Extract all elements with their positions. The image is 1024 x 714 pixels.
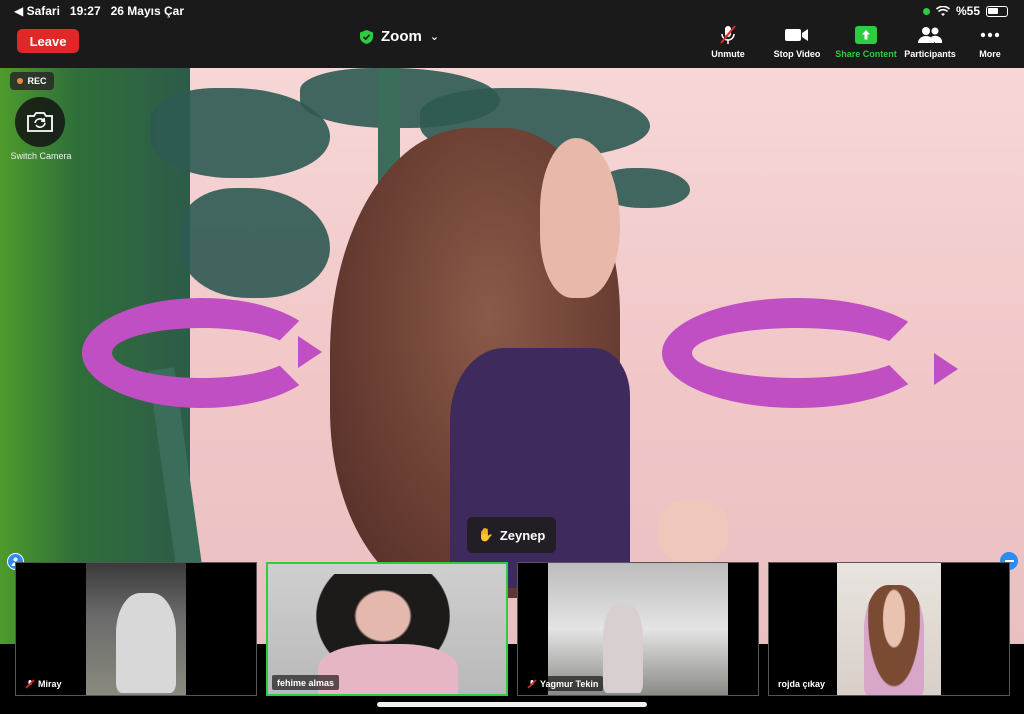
switch-camera-button[interactable] xyxy=(15,97,65,147)
video-leaf xyxy=(180,188,330,298)
meeting-toolbar: Leave Zoom ⌄ Unmute Stop Video Share Con… xyxy=(0,20,1024,68)
more-dots-icon xyxy=(980,32,1000,38)
video-person-face xyxy=(540,138,620,298)
more-button[interactable]: More xyxy=(954,24,1024,59)
ios-status-bar: ◀ Safari 19:27 26 Mayıs Çar %55 xyxy=(0,0,1024,20)
participant-name: Yagmur Tekin xyxy=(540,678,599,689)
meeting-title-dropdown[interactable]: Zoom ⌄ xyxy=(360,28,439,45)
participants-icon xyxy=(918,27,942,43)
participant-tile[interactable]: Miray xyxy=(15,562,257,696)
muted-mic-icon xyxy=(720,25,736,44)
participant-tile-active-speaker[interactable]: fehime almas xyxy=(266,562,508,696)
stop-video-button[interactable]: Stop Video xyxy=(761,24,833,59)
status-time: 19:27 xyxy=(69,4,101,18)
status-right: %55 xyxy=(922,4,1008,18)
video-camera-icon xyxy=(785,29,808,41)
encryption-shield-icon xyxy=(360,29,373,44)
participant-figure xyxy=(603,603,643,693)
video-purple-arrowhead-right xyxy=(934,353,958,385)
participant-name-tag: Miray xyxy=(20,676,67,691)
recording-dot-icon xyxy=(17,78,24,84)
muted-mic-icon xyxy=(25,678,35,689)
main-video-feed xyxy=(0,68,1024,644)
leave-button[interactable]: Leave xyxy=(17,29,79,53)
more-label: More xyxy=(979,49,1001,59)
muted-mic-icon xyxy=(527,678,537,689)
status-date: 26 Mayıs Çar xyxy=(110,4,185,18)
share-content-label: Share Content xyxy=(835,49,897,59)
participant-name: Miray xyxy=(38,678,62,689)
participant-name-tag: Yagmur Tekin xyxy=(522,676,604,691)
participant-figure xyxy=(116,593,176,693)
participant-figure xyxy=(864,585,924,695)
recording-badge: REC xyxy=(10,72,54,90)
switch-camera-icon xyxy=(27,112,53,132)
camera-in-use-indicator xyxy=(922,7,930,15)
stop-video-label: Stop Video xyxy=(773,49,821,59)
video-purple-arrow-right xyxy=(662,298,932,408)
participant-tile[interactable]: Yagmur Tekin xyxy=(517,562,759,696)
status-left: ◀ Safari 19:27 26 Mayıs Çar xyxy=(14,4,184,18)
battery-icon xyxy=(986,5,1008,17)
participant-clothing xyxy=(318,644,458,694)
battery-percent: %55 xyxy=(955,4,980,18)
participant-name-tag: rojda çıkay xyxy=(773,676,831,691)
share-arrow-icon xyxy=(855,26,877,44)
video-purple-arrow-left xyxy=(82,298,322,408)
switch-camera-label: Switch Camera xyxy=(10,151,72,161)
home-indicator[interactable] xyxy=(377,702,647,707)
share-content-button[interactable]: Share Content xyxy=(830,24,902,59)
video-purple-arrowhead-left xyxy=(298,336,322,368)
participant-tile[interactable]: rojda çıkay xyxy=(768,562,1010,696)
unmute-button[interactable]: Unmute xyxy=(692,24,764,59)
unmute-label: Unmute xyxy=(711,49,745,59)
raised-hand-indicator: ✋ Zeynep xyxy=(467,517,556,553)
participant-name-tag: fehime almas xyxy=(272,675,340,690)
video-person-hand xyxy=(658,500,728,562)
participant-name: rojda çıkay xyxy=(778,678,826,689)
participant-name: fehime almas xyxy=(277,677,335,688)
chevron-down-icon: ⌄ xyxy=(429,31,440,43)
raised-hand-icon: ✋ xyxy=(477,527,494,542)
meeting-title: Zoom xyxy=(381,28,422,45)
raised-hand-name: Zeynep xyxy=(499,527,546,543)
wifi-icon xyxy=(935,5,950,16)
recording-label: REC xyxy=(27,76,47,86)
back-to-safari-link[interactable]: ◀ Safari xyxy=(14,4,60,18)
